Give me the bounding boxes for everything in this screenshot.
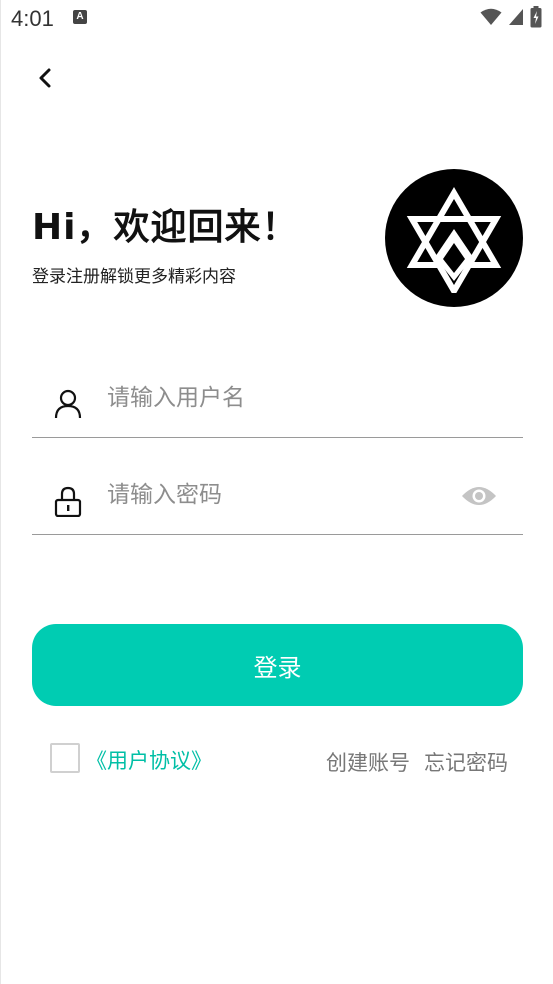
eye-icon — [461, 484, 497, 512]
login-screen: 4:01 A Hi，欢迎回来！ 登录注册解锁更多精彩内容 请输入用户名 登录 《… — [0, 0, 553, 984]
username-field — [32, 368, 523, 438]
app-notification-icon: A — [73, 10, 87, 24]
star-of-david-logo-icon — [406, 187, 502, 293]
cell-signal-icon — [508, 8, 524, 30]
status-bar: 4:01 A — [1, 0, 553, 40]
username-input[interactable] — [107, 378, 447, 418]
status-icons — [480, 6, 542, 32]
agreement-checkbox[interactable] — [50, 743, 80, 773]
chevron-left-icon — [37, 67, 53, 93]
app-logo — [385, 169, 523, 307]
forgot-password-link[interactable]: 忘记密码 — [424, 747, 508, 777]
battery-charging-icon — [530, 6, 542, 32]
wifi-icon — [480, 8, 502, 30]
status-time: 4:01 — [11, 6, 54, 31]
welcome-subtitle: 登录注册解锁更多精彩内容 — [32, 267, 236, 287]
toggle-password-visibility-button[interactable] — [461, 483, 497, 513]
welcome-title: Hi，欢迎回来！ — [32, 207, 299, 248]
user-icon — [54, 388, 82, 420]
password-input[interactable] — [107, 475, 447, 515]
login-button[interactable]: 登录 — [32, 624, 523, 706]
back-button[interactable] — [29, 62, 61, 98]
create-account-link[interactable]: 创建账号 — [326, 747, 410, 777]
user-agreement-link[interactable]: 《用户协议》 — [86, 745, 212, 775]
password-field — [32, 465, 523, 535]
lock-icon — [54, 485, 82, 518]
